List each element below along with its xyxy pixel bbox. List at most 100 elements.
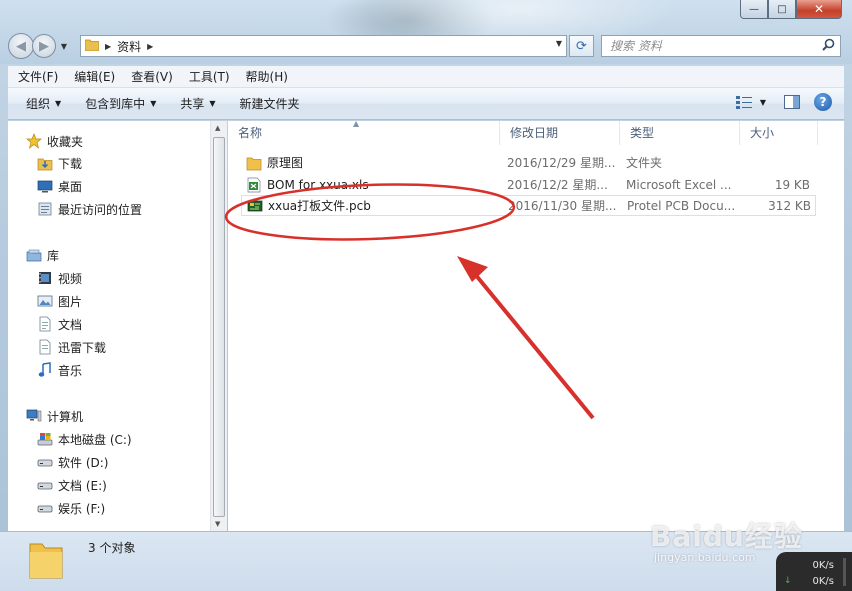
- network-speed-widget: 0K/s ↓ 0K/s: [776, 552, 852, 591]
- sidebar-item-label: 桌面: [58, 179, 83, 194]
- organize-button[interactable]: 组织 ▼: [8, 95, 71, 112]
- history-dropdown[interactable]: ▼: [58, 42, 70, 51]
- preview-pane-icon[interactable]: [784, 95, 800, 109]
- file-type: Microsoft Excel ...: [626, 177, 732, 192]
- menu-file[interactable]: 文件(F): [8, 68, 66, 85]
- pcb-file-icon: [247, 198, 263, 214]
- excel-file-icon: [246, 177, 262, 193]
- file-row[interactable]: 原理图 2016/12/29 星期... 文件夹: [241, 152, 816, 173]
- sort-ascending-icon: ▲: [353, 119, 360, 128]
- breadcrumb-item[interactable]: 资料: [117, 38, 141, 55]
- sidebar-favorites-label: 收藏夹: [47, 134, 84, 149]
- file-row[interactable]: xxua打板文件.pcb 2016/11/30 星期... Protel PCB…: [241, 195, 816, 216]
- nav-buttons: ◀ ▶ ▼: [8, 33, 70, 59]
- download-speed: 0K/s: [812, 576, 835, 587]
- menu-view[interactable]: 查看(V): [123, 68, 181, 85]
- chevron-down-icon: ▼: [209, 99, 216, 108]
- toolbar-right: ▼ ?: [735, 93, 832, 111]
- help-icon[interactable]: ?: [814, 93, 832, 111]
- pictures-icon: [37, 293, 53, 309]
- scroll-down-icon[interactable]: ▼: [215, 520, 220, 528]
- file-row[interactable]: BOM for xxua.xls 2016/12/2 星期... Microso…: [241, 174, 816, 195]
- menu-help[interactable]: 帮助(H): [238, 68, 296, 85]
- column-date-label: 修改日期: [510, 126, 559, 140]
- include-in-library-button[interactable]: 包含到库中 ▼: [75, 95, 166, 112]
- file-list: ▲ 名称 修改日期 类型 大小 原理图 2016/12/29 星期... 文件夹…: [228, 119, 844, 531]
- file-name: 原理图: [267, 156, 304, 170]
- address-bar[interactable]: ▶ 资料 ▶ ▼: [80, 35, 567, 57]
- new-folder-label: 新建文件夹: [239, 97, 300, 111]
- system-drive-icon: [37, 431, 53, 447]
- scrollbar-thumb[interactable]: [213, 137, 225, 517]
- forward-button[interactable]: ▶: [32, 34, 56, 58]
- view-options-icon[interactable]: [735, 95, 754, 109]
- sidebar-item-label: 迅雷下载: [58, 340, 107, 355]
- sidebar-item-music[interactable]: 音乐: [37, 359, 82, 381]
- sidebar-item-thunder-downloads[interactable]: 迅雷下载: [37, 336, 106, 358]
- maximize-button[interactable]: □: [768, 0, 796, 19]
- sidebar-item-label: 音乐: [58, 363, 83, 378]
- sidebar-item-label: 软件 (D:): [58, 455, 109, 470]
- search-box[interactable]: [601, 35, 841, 57]
- navigation-pane: 收藏夹 下载 桌面 最近访问的位置 库 视频 图片 文档 迅雷下载 音乐 计算机…: [8, 121, 214, 531]
- include-in-library-label: 包含到库中: [85, 97, 146, 111]
- sidebar-item-videos[interactable]: 视频: [37, 267, 82, 289]
- sidebar-item-desktop[interactable]: 桌面: [37, 175, 82, 197]
- hard-drive-icon: [37, 500, 53, 516]
- menu-tools[interactable]: 工具(T): [181, 68, 238, 85]
- file-type: 文件夹: [626, 156, 663, 170]
- view-dropdown-icon[interactable]: ▼: [760, 98, 766, 107]
- sidebar-item-recent[interactable]: 最近访问的位置: [37, 198, 142, 220]
- sidebar-item-drive-c[interactable]: 本地磁盘 (C:): [37, 428, 132, 450]
- sidebar-libraries[interactable]: 库: [26, 244, 59, 266]
- folder-icon: [246, 155, 262, 171]
- minimize-button[interactable]: —: [740, 0, 768, 19]
- sidebar-item-label: 下载: [58, 156, 83, 171]
- search-input[interactable]: [610, 39, 822, 53]
- address-dropdown-icon[interactable]: ▼: [556, 39, 562, 48]
- sidebar-item-label: 文档: [58, 317, 83, 332]
- hard-drive-icon: [37, 477, 53, 493]
- column-header-size[interactable]: 大小: [740, 121, 818, 145]
- sidebar-libraries-label: 库: [47, 248, 60, 263]
- file-date: 2016/12/2 星期...: [507, 178, 608, 192]
- video-icon: [37, 270, 53, 286]
- share-button[interactable]: 共享 ▼: [170, 95, 225, 112]
- column-header-date[interactable]: 修改日期: [500, 121, 620, 145]
- sidebar-item-drive-d[interactable]: 软件 (D:): [37, 451, 108, 473]
- sidebar-item-pictures[interactable]: 图片: [37, 290, 82, 312]
- column-name-label: 名称: [238, 126, 263, 140]
- sidebar-computer-label: 计算机: [47, 409, 84, 424]
- chevron-down-icon: ▼: [150, 99, 157, 108]
- refresh-button[interactable]: ⟳: [569, 35, 594, 57]
- column-header-type[interactable]: 类型: [620, 121, 740, 145]
- new-folder-button[interactable]: 新建文件夹: [230, 95, 310, 112]
- share-label: 共享: [180, 97, 205, 111]
- scroll-up-icon[interactable]: ▲: [215, 124, 220, 132]
- sidebar-item-drive-f[interactable]: 娱乐 (F:): [37, 497, 105, 519]
- sidebar-item-drive-e[interactable]: 文档 (E:): [37, 474, 107, 496]
- back-button[interactable]: ◀: [8, 33, 34, 59]
- breadcrumb-separator-icon[interactable]: ▶: [105, 42, 111, 51]
- breadcrumb-separator-icon[interactable]: ▶: [147, 42, 153, 51]
- sidebar-item-downloads[interactable]: 下载: [37, 152, 82, 174]
- sidebar-item-label: 图片: [58, 294, 83, 309]
- file-size: 19 KB: [774, 177, 810, 192]
- chevron-down-icon: ▼: [55, 99, 62, 108]
- menu-edit[interactable]: 编辑(E): [66, 68, 123, 85]
- sidebar-item-documents[interactable]: 文档: [37, 313, 82, 335]
- upload-speed: 0K/s: [812, 560, 835, 571]
- column-header-name[interactable]: ▲ 名称: [228, 119, 500, 145]
- close-button[interactable]: ✕: [796, 0, 842, 19]
- sidebar-item-label: 视频: [58, 271, 83, 286]
- search-icon[interactable]: [822, 38, 840, 54]
- sidebar-computer[interactable]: 计算机: [26, 405, 83, 427]
- menu-bar: 文件(F) 编辑(E) 查看(V) 工具(T) 帮助(H): [8, 66, 844, 88]
- sidebar-item-label: 本地磁盘 (C:): [58, 432, 132, 447]
- sidebar-favorites[interactable]: 收藏夹: [26, 130, 83, 152]
- file-date: 2016/11/30 星期...: [508, 199, 617, 213]
- file-name: xxua打板文件.pcb: [268, 199, 371, 213]
- library-icon: [26, 247, 42, 263]
- column-headers: ▲ 名称 修改日期 类型 大小: [228, 119, 844, 145]
- navigation-scrollbar[interactable]: ▲ ▼: [210, 121, 227, 531]
